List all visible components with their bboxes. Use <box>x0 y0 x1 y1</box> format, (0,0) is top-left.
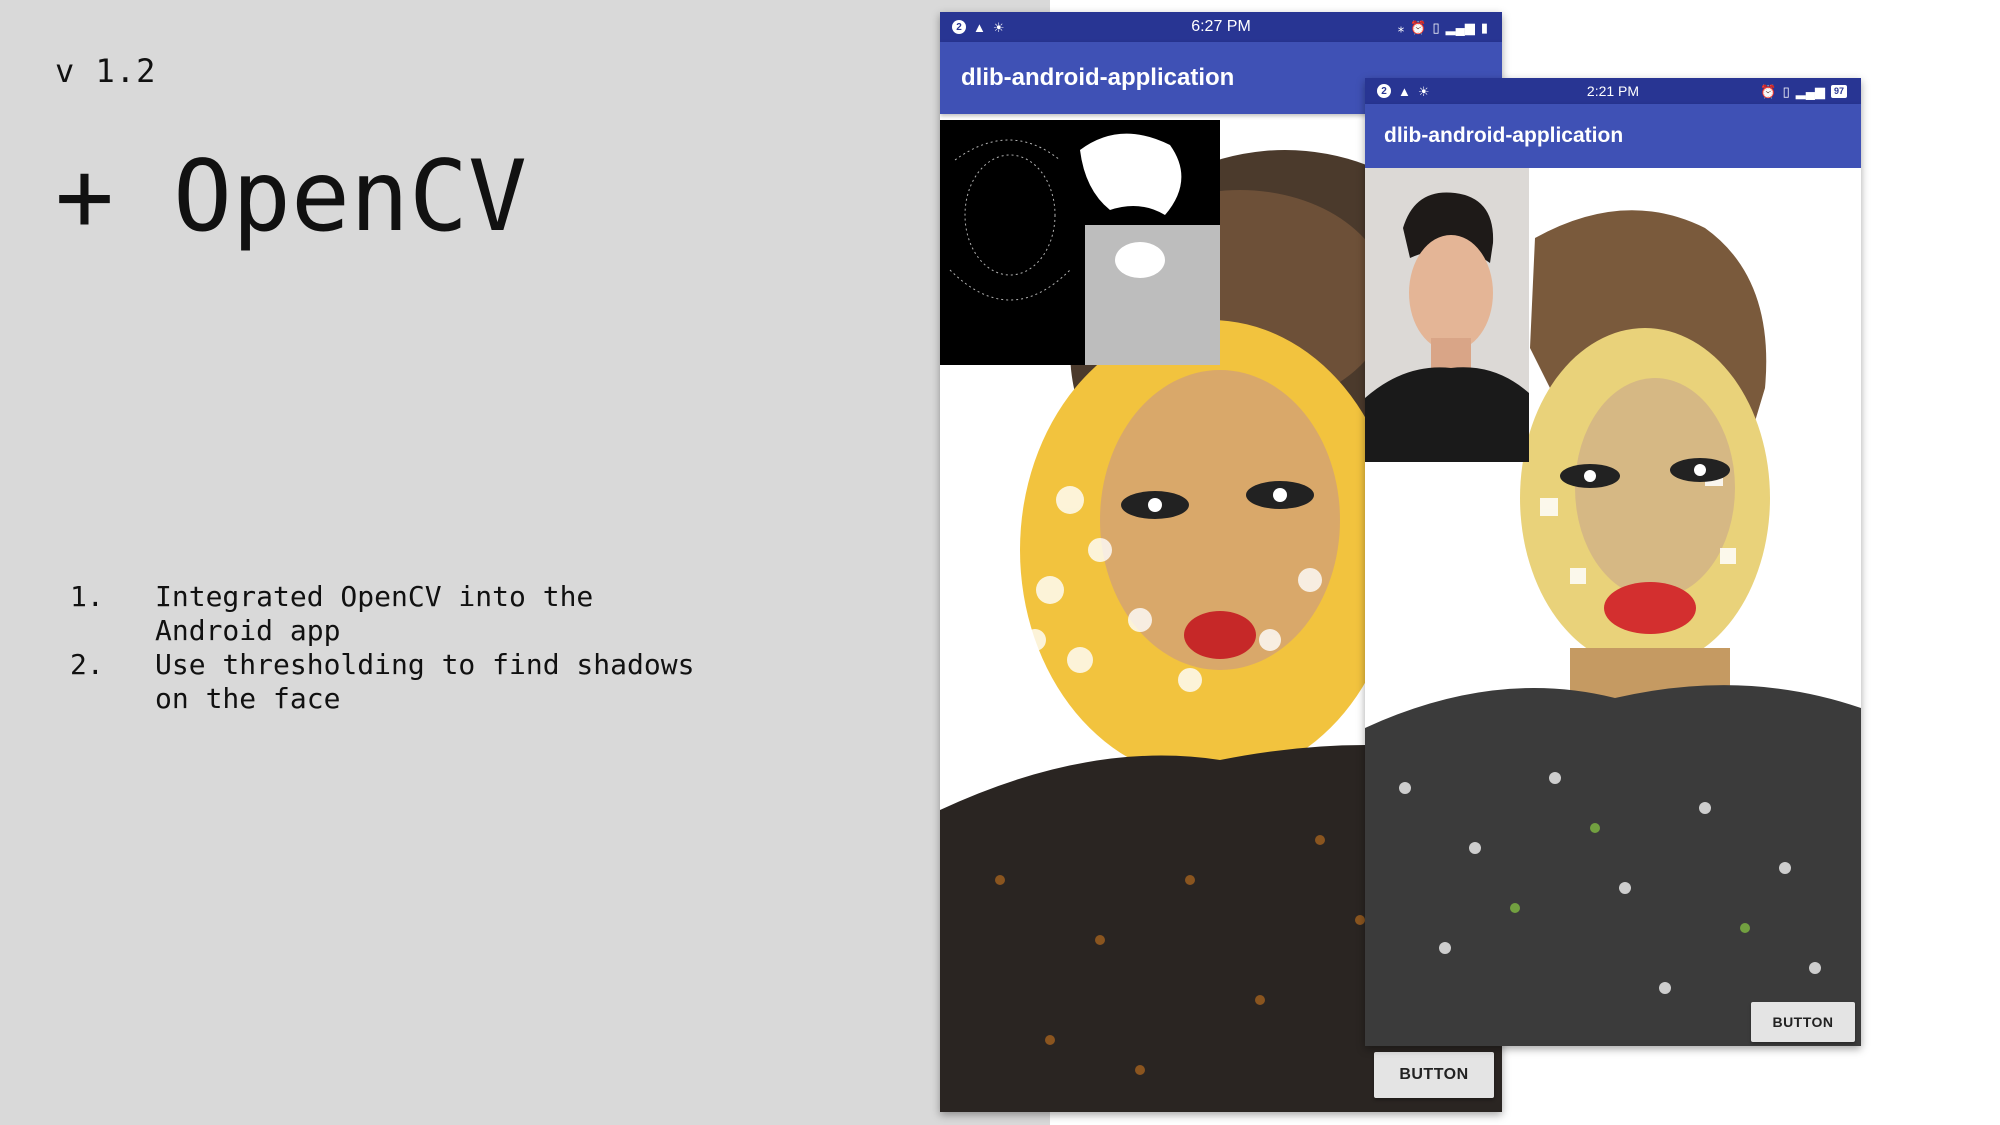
version-label: v 1.2 <box>55 52 157 90</box>
threshold-preview <box>940 120 1220 365</box>
vibrate-icon: ▯ <box>1782 83 1790 99</box>
phone-screenshot-front: 2 ▲ ☀ 2:21 PM ⏰ ▯ ▂▄▆ 97 dlib-android-ap… <box>1365 78 1861 1046</box>
slide-title: + OpenCV <box>55 140 528 254</box>
step-item: 2. Use thresholding to find shadows on t… <box>70 648 715 716</box>
signal-icon: ▂▄▆ <box>1795 83 1825 99</box>
alarm-icon: ⏰ <box>1410 19 1427 35</box>
step-item: 1. Integrated OpenCV into the Android ap… <box>70 580 715 648</box>
button[interactable]: BUTTON <box>1374 1052 1494 1098</box>
camera-image <box>1365 168 1529 462</box>
button[interactable]: BUTTON <box>1751 1002 1855 1042</box>
status-bar: 2 ▲ ☀ 2:21 PM ⏰ ▯ ▂▄▆ 97 <box>1365 78 1861 104</box>
step-number: 1. <box>70 580 104 613</box>
app-bar-title: dlib-android-application <box>1365 104 1861 168</box>
battery-level: 97 <box>1830 84 1847 98</box>
signal-icon: ▂▄▆ <box>1445 19 1475 35</box>
steps-list: 1. Integrated OpenCV into the Android ap… <box>70 580 715 716</box>
status-bar: 2 ▲ ☀ 6:27 PM ⁎ ⏰ ▯ ▂▄▆ ▮ <box>940 12 1502 42</box>
camera-preview <box>1365 168 1529 462</box>
step-number: 2. <box>70 648 104 681</box>
step-text: Use thresholding to find shadows on the … <box>155 648 695 715</box>
alarm-icon: ⏰ <box>1760 83 1777 99</box>
bluetooth-icon: ⁎ <box>1397 19 1405 35</box>
threshold-image <box>940 120 1220 365</box>
step-text: Integrated OpenCV into the Android app <box>155 580 594 647</box>
vibrate-icon: ▯ <box>1432 19 1440 35</box>
emoji-mosaic-image <box>1365 168 1861 1046</box>
battery-icon: ▮ <box>1480 19 1488 35</box>
